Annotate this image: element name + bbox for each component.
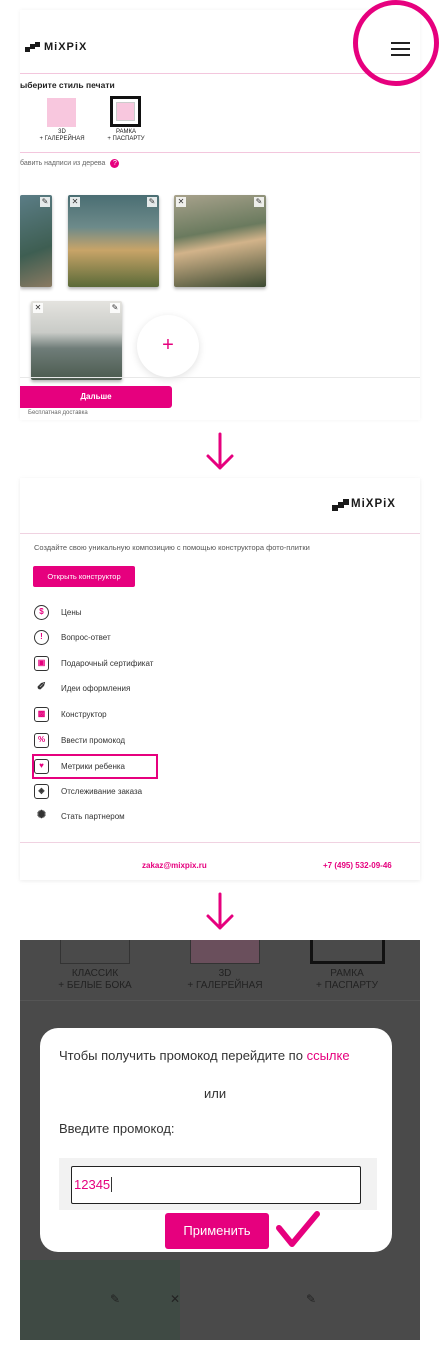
menu-item-faq[interactable]: ! Вопрос-ответ — [34, 627, 111, 647]
style-divider — [20, 152, 420, 153]
bg-style-swatch — [60, 940, 130, 964]
menu-item-label: Отслеживание заказа — [61, 786, 143, 796]
promo-link[interactable]: ссылке — [307, 1048, 350, 1063]
menu-item-label: Подарочный сертификат — [61, 658, 154, 668]
style-3d-label: 3D + ГАЛЕРЕЙНАЯ — [39, 129, 85, 142]
promo-code-input[interactable]: 12345 — [71, 1166, 361, 1204]
edit-icon[interactable]: ✎ — [40, 197, 50, 207]
gift-certificate-icon: ▣ — [34, 655, 49, 671]
menu-item-order-tracking[interactable]: ◈ Отслеживание заказа — [34, 781, 142, 801]
tree-labels-option[interactable]: бавить надписи из дерева ? — [20, 159, 120, 168]
photo-thumb-2[interactable]: ✕ ✎ — [68, 195, 159, 287]
photo-thumb-4[interactable]: ✕ ✎ — [31, 301, 122, 380]
promo-code-screen: КЛАССИК + БЕЛЫЕ БОКА 3D + ГАЛЕРЕЙНАЯ РАМКА… — [20, 940, 420, 1340]
edit-icon[interactable]: ✎ — [147, 197, 157, 207]
enter-promo-label: Введите промокод: — [59, 1121, 175, 1136]
menu-item-label: Вопрос-ответ — [61, 632, 111, 642]
promo-code-modal: Чтобы получить промокод перейдите по ссы… — [40, 1028, 392, 1252]
bg-style-swatch — [190, 940, 260, 964]
header-divider — [20, 533, 420, 534]
contact-email-link[interactable]: zakaz@mixpix.ru — [142, 861, 207, 870]
menu-item-label: Идеи оформления — [61, 683, 131, 693]
package-icon: ◈ — [34, 783, 49, 799]
constructor-promo-text: Создайте свою уникальную композицию с по… — [34, 543, 310, 552]
menu-item-partner[interactable]: ✺ Стать партнером — [34, 806, 125, 826]
promo-instructions: Чтобы получить промокод перейдите по ссы… — [59, 1048, 350, 1063]
menu-item-prices[interactable]: $ Цены — [34, 602, 82, 622]
help-icon[interactable]: ? — [110, 159, 120, 168]
bg-style-swatch — [310, 940, 385, 964]
price-icon: $ — [34, 604, 49, 620]
promo-code-value: 12345 — [74, 1177, 111, 1192]
bg-divider — [20, 1000, 420, 1001]
style-frame-swatch[interactable] — [110, 96, 141, 127]
faq-icon: ! — [34, 629, 49, 645]
logo-text: MiXPiX — [351, 498, 396, 510]
bg-style-label: КЛАССИК + БЕЛЫЕ БОКА — [58, 968, 132, 991]
header-divider — [20, 73, 420, 74]
photo-thumb-1[interactable]: ✎ — [20, 195, 52, 287]
delete-icon[interactable]: ✕ — [33, 303, 43, 313]
menu-item-label: Стать партнером — [61, 811, 125, 821]
menu-screen: MiXPiX Создайте свою уникальную композиц… — [20, 478, 420, 880]
free-delivery-text: Бесплатная доставка — [28, 410, 88, 416]
menu-item-enter-promo[interactable]: % Ввести промокод — [34, 730, 125, 750]
handshake-icon: ✺ — [36, 808, 47, 821]
magic-wand-icon: ✐ — [36, 680, 47, 693]
bg-style-label: РАМКА + ПАСПАРТУ — [315, 968, 379, 991]
tree-labels-text: бавить надписи из дерева — [20, 160, 106, 167]
apply-button[interactable]: Применить — [165, 1213, 269, 1249]
menu-item-constructor[interactable]: ▩ Конструктор — [34, 704, 107, 724]
photo-thumb-3[interactable]: ✕ ✎ — [174, 195, 266, 287]
baby-metrics-highlight — [32, 754, 158, 779]
menu-item-label: Цены — [61, 607, 82, 617]
delete-icon[interactable]: ✕ — [70, 197, 80, 207]
or-text: или — [204, 1086, 227, 1101]
edit-icon[interactable]: ✎ — [110, 303, 120, 313]
footer-divider — [20, 842, 420, 843]
logo-text: MiXPiX — [44, 41, 88, 53]
bg-delete-icon: ✕ — [170, 1292, 181, 1306]
bg-edit-icon: ✎ — [306, 1292, 317, 1306]
mixpix-logo[interactable]: MiXPiX — [25, 41, 87, 53]
promo-instructions-text: Чтобы получить промокод перейдите по — [59, 1048, 303, 1063]
checkmark-icon — [276, 1210, 320, 1250]
step1-screen: MiXPiX ыберите стиль печати 3D + ГАЛЕРЕЙН… — [20, 10, 420, 420]
menu-item-design-ideas[interactable]: ✐ Идеи оформления — [34, 678, 130, 698]
bg-photo — [20, 1260, 180, 1340]
constructor-icon: ▩ — [34, 706, 49, 722]
bg-style-label: 3D + ГАЛЕРЕЙНАЯ — [187, 968, 263, 991]
edit-icon[interactable]: ✎ — [254, 197, 264, 207]
delete-icon[interactable]: ✕ — [176, 197, 186, 207]
style-3d-swatch[interactable] — [47, 98, 76, 127]
print-style-title: ыберите стиль печати — [20, 80, 115, 90]
menu-item-gift-certificate[interactable]: ▣ Подарочный сертификат — [34, 653, 153, 673]
arrow-down-icon — [205, 432, 235, 472]
logo-mark-icon — [332, 498, 349, 511]
open-constructor-button[interactable]: Открыть конструктор — [33, 566, 135, 587]
add-photo-button[interactable]: + — [137, 315, 199, 377]
footer-divider — [20, 377, 420, 378]
hamburger-menu-icon[interactable] — [391, 42, 410, 56]
menu-item-label: Конструктор — [61, 709, 107, 719]
mixpix-logo[interactable]: MiXPiX — [332, 498, 396, 511]
bg-edit-icon: ✎ — [110, 1292, 121, 1306]
style-frame-label: РАМКА + ПАСПАРТУ — [107, 129, 145, 142]
logo-mark-icon — [25, 41, 41, 53]
contact-phone-link[interactable]: +7 (495) 532-09-46 — [323, 861, 392, 870]
promo-ticket-icon: % — [34, 732, 49, 748]
menu-item-label: Ввести промокод — [61, 735, 126, 745]
next-button[interactable]: Дальше — [20, 386, 172, 408]
arrow-down-icon — [205, 892, 235, 932]
